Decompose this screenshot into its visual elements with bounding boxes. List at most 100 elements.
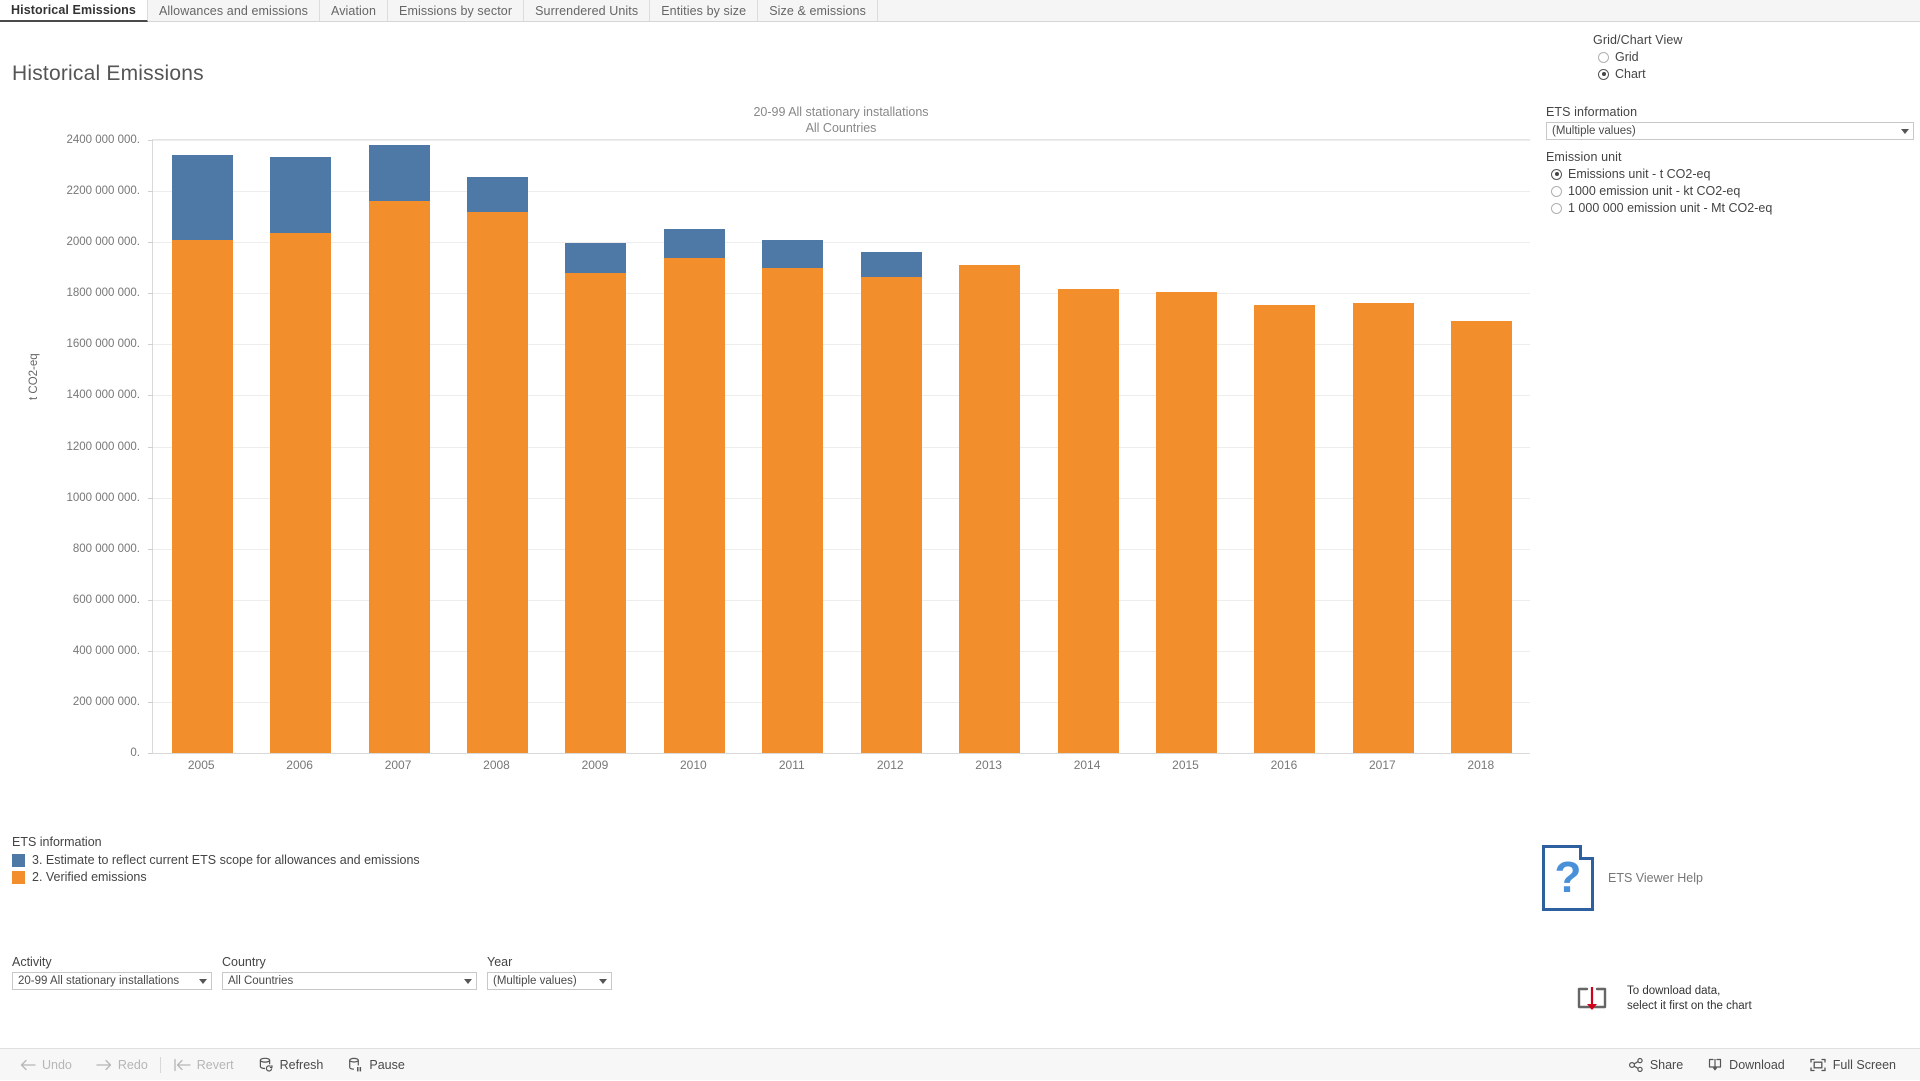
legend-item-estimate[interactable]: 3. Estimate to reflect current ETS scope… [12,853,420,867]
bar-2013[interactable] [959,265,1020,753]
bar-2010[interactable] [664,229,725,753]
x-axis-tick-label: 2010 [680,758,707,772]
tab-aviation[interactable]: Aviation [320,0,388,21]
bar-segment-verified[interactable] [664,258,725,754]
tab-label: Historical Emissions [11,3,136,17]
filter-country: Country All Countries [222,955,477,990]
filter-year-dropdown[interactable]: (Multiple values) [487,972,612,990]
bar-segment-estimate[interactable] [172,155,233,239]
question-document-icon[interactable]: ? [1542,845,1594,911]
bar-segment-verified[interactable] [861,277,922,753]
question-mark-glyph: ? [1555,856,1582,900]
share-button[interactable]: Share [1616,1049,1695,1081]
bar-segment-verified[interactable] [1451,321,1512,753]
radio-button-emission-unit-mt[interactable] [1551,203,1562,214]
radio-label-chart: Chart [1615,67,1646,81]
tab-surrendered-units[interactable]: Surrendered Units [524,0,650,21]
bar-segment-estimate[interactable] [565,243,626,272]
bar-2006[interactable] [270,157,331,753]
refresh-label: Refresh [280,1058,324,1072]
filter-activity-dropdown[interactable]: 20-99 All stationary installations [12,972,212,990]
bar-2007[interactable] [369,145,430,753]
bar-2012[interactable] [861,252,922,753]
filter-year: Year (Multiple values) [487,955,612,990]
grid-chart-view-group: Grid/Chart View Grid Chart [1593,33,1683,81]
undo-button[interactable]: Undo [8,1049,84,1081]
y-axis-tick-label: 800 000 000. [73,543,140,555]
bar-segment-verified[interactable] [1353,303,1414,753]
bar-segment-verified[interactable] [762,268,823,753]
full-screen-button[interactable]: Full Screen [1797,1049,1908,1081]
radio-grid[interactable]: Grid [1598,50,1683,64]
bar-segment-estimate[interactable] [270,157,331,234]
bar-segment-estimate[interactable] [369,145,430,201]
filter-year-value: (Multiple values) [493,975,577,987]
filter-activity: Activity 20-99 All stationary installati… [12,955,212,990]
tab-label: Entities by size [661,4,746,18]
radio-emission-unit-kt[interactable]: 1000 emission unit - kt CO2-eq [1551,184,1916,198]
bar-2014[interactable] [1058,289,1119,753]
tab-entities-by-size[interactable]: Entities by size [650,0,758,21]
bar-segment-verified[interactable] [1254,305,1315,753]
filter-country-dropdown[interactable]: All Countries [222,972,477,990]
x-axis-tick-label: 2009 [582,758,609,772]
legend-item-verified[interactable]: 2. Verified emissions [12,870,420,884]
bar-segment-verified[interactable] [1156,292,1217,753]
bar-2017[interactable] [1353,303,1414,753]
ets-viewer-help[interactable]: ? ETS Viewer Help [1542,845,1703,911]
radio-button-chart[interactable] [1598,69,1609,80]
tab-emissions-by-sector[interactable]: Emissions by sector [388,0,524,21]
y-axis-tick-label: 2400 000 000. [66,134,140,146]
tab-historical-emissions[interactable]: Historical Emissions [0,0,148,22]
bar-segment-estimate[interactable] [467,177,528,211]
radio-button-emission-unit-kt[interactable] [1551,186,1562,197]
filter-bar: Activity 20-99 All stationary installati… [12,955,622,990]
redo-button[interactable]: Redo [84,1049,160,1081]
bar-segment-verified[interactable] [959,265,1020,753]
tab-size-and-emissions[interactable]: Size & emissions [758,0,878,21]
download-button[interactable]: Download [1695,1049,1797,1081]
radio-emission-unit-t[interactable]: Emissions unit - t CO2-eq [1551,167,1916,181]
bar-segment-estimate[interactable] [664,229,725,257]
radio-label-emission-unit-kt: 1000 emission unit - kt CO2-eq [1568,184,1740,198]
ets-information-filter: ETS information (Multiple values) [1546,105,1914,140]
bar-2005[interactable] [172,155,233,753]
tab-bar: Historical Emissions Allowances and emis… [0,0,1920,22]
pause-button[interactable]: Pause [335,1049,416,1081]
ets-information-dropdown[interactable]: (Multiple values) [1546,122,1914,140]
bar-segment-verified[interactable] [1058,289,1119,753]
grid-chart-view-heading: Grid/Chart View [1593,33,1683,47]
bar-segment-verified[interactable] [565,273,626,753]
bar-segment-estimate[interactable] [762,240,823,268]
x-axis-tick-label: 2015 [1172,758,1199,772]
refresh-button[interactable]: Refresh [246,1049,336,1081]
bar-2015[interactable] [1156,292,1217,753]
refresh-icon [258,1057,274,1073]
arrow-left-icon [20,1058,36,1072]
radio-emission-unit-mt[interactable]: 1 000 000 emission unit - Mt CO2-eq [1551,201,1916,215]
bar-segment-estimate[interactable] [861,252,922,276]
revert-button[interactable]: Revert [161,1049,246,1081]
radio-chart[interactable]: Chart [1598,67,1683,81]
filter-country-label: Country [222,955,477,969]
toolbar-right-group: Share Download Full Screen [1616,1049,1908,1081]
bar-2016[interactable] [1254,305,1315,753]
bar-segment-verified[interactable] [270,233,331,753]
tab-label: Aviation [331,4,376,18]
chart-plot-area[interactable] [152,140,1530,753]
bar-2009[interactable] [565,243,626,753]
bar-segment-verified[interactable] [467,212,528,753]
bar-2011[interactable] [762,240,823,753]
radio-button-emission-unit-t[interactable] [1551,169,1562,180]
radio-button-grid[interactable] [1598,52,1609,63]
chevron-down-icon [599,979,607,984]
download-icon [1707,1057,1723,1073]
tab-allowances-and-emissions[interactable]: Allowances and emissions [148,0,320,21]
emission-unit-group: Emission unit Emissions unit - t CO2-eq … [1546,150,1916,215]
bar-segment-verified[interactable] [369,201,430,753]
bar-2008[interactable] [467,177,528,753]
bar-2018[interactable] [1451,321,1512,753]
download-note-text: To download data, select it first on the… [1627,984,1752,1014]
download-note: To download data, select it first on the… [1575,983,1752,1015]
bar-segment-verified[interactable] [172,240,233,753]
